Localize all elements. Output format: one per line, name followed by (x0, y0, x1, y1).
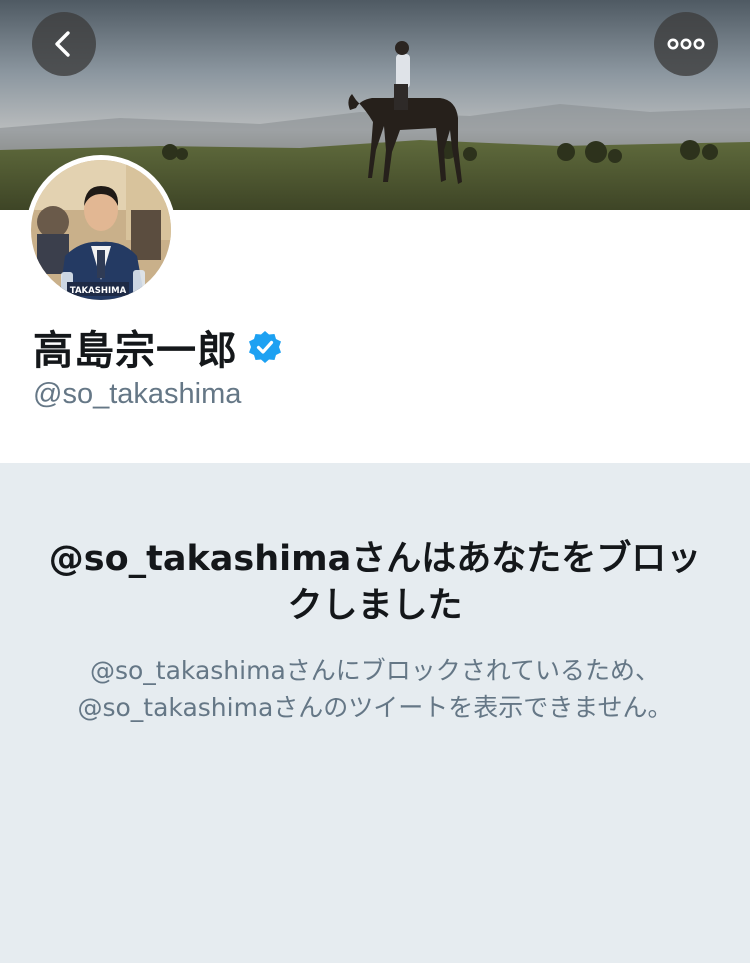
chevron-left-icon (55, 31, 70, 57)
avatar-nameplate: TAKASHIMA (70, 286, 127, 296)
blocked-description: @so_takashimaさんにブロックされているため、@so_takashim… (77, 656, 673, 722)
display-name: 高島宗一郎 (33, 328, 238, 374)
display-name-row: 高島宗一郎 (33, 320, 282, 374)
avatar[interactable]: TAKASHIMA (26, 155, 176, 305)
profile-handle: @so_takashima (33, 378, 242, 410)
avatar-image: TAKASHIMA (31, 160, 171, 300)
more-options-button[interactable] (654, 12, 718, 76)
back-button[interactable] (32, 12, 96, 76)
more-horizontal-icon (667, 38, 705, 50)
blocked-title: @so_takashimaさんはあなたをブロックしました (48, 539, 702, 626)
verified-badge-icon (249, 331, 281, 363)
